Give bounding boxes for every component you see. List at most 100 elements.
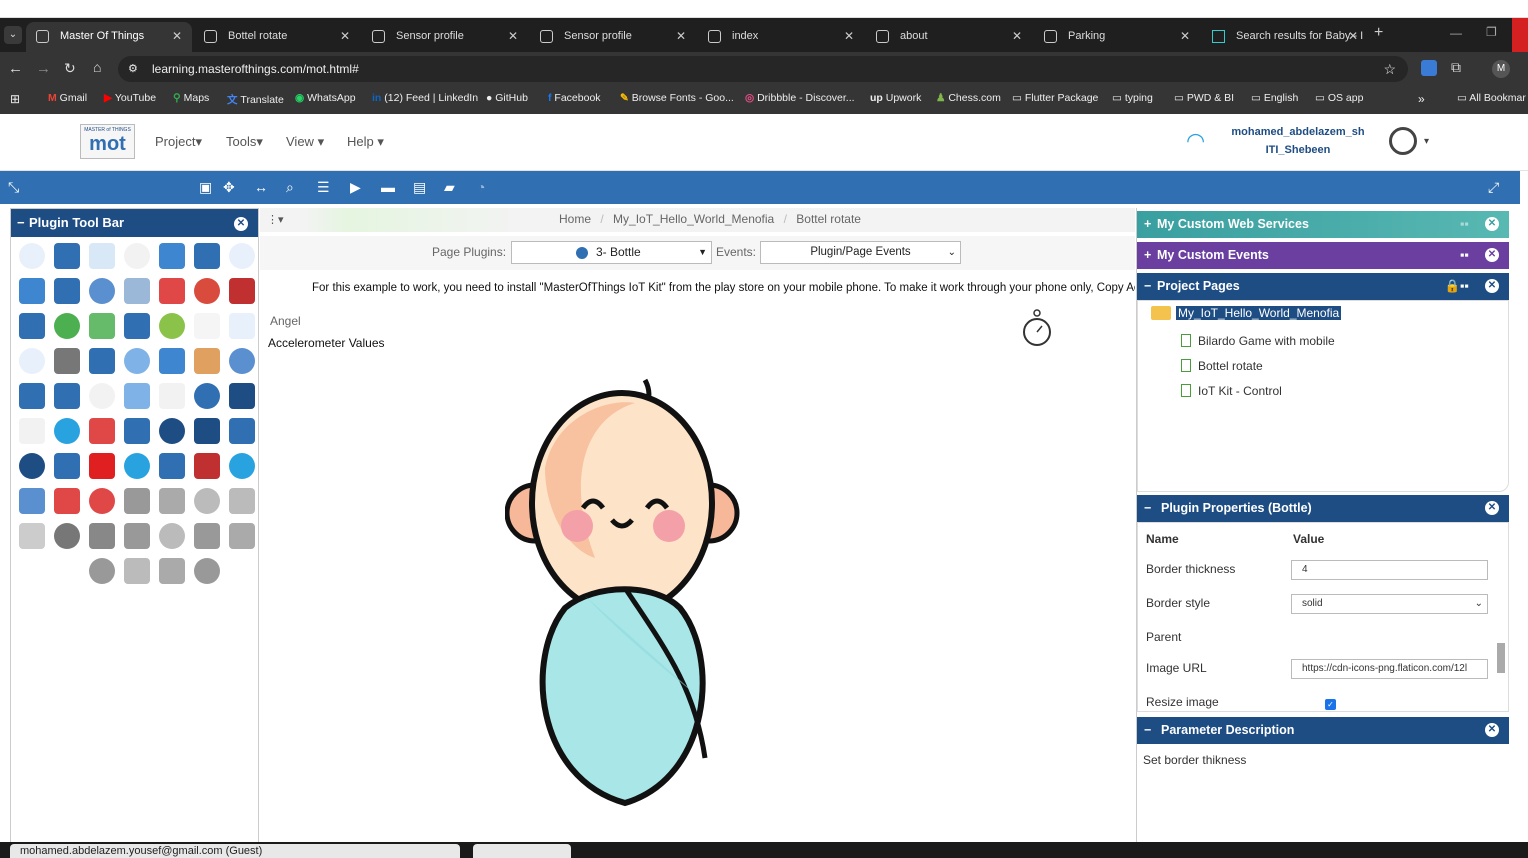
baby-bottle-image[interactable] — [505, 358, 741, 808]
bookmark-dribbble[interactable]: ◎ Dribbble - Discover... — [745, 92, 855, 104]
bookmark-linkedin[interactable]: in (12) Feed | LinkedIn — [372, 92, 478, 104]
frame-plugin-icon[interactable] — [124, 243, 150, 269]
image-plugin-icon[interactable] — [54, 383, 80, 409]
tab-bottel-rotate[interactable]: Bottel rotate ✕ — [194, 22, 360, 52]
bookmark-gmail[interactable]: M Gmail — [48, 92, 87, 104]
help-plugin-icon[interactable] — [124, 418, 150, 444]
close-icon[interactable]: ✕ — [1348, 22, 1358, 50]
back-icon[interactable]: ← — [8, 60, 23, 77]
bar-plugin-icon[interactable] — [159, 418, 185, 444]
scatter-plugin-icon[interactable] — [19, 348, 45, 374]
restore-icon[interactable]: ❐ — [1486, 25, 1497, 39]
bookmark-maps[interactable]: ⚲ Maps — [173, 92, 209, 104]
bookmark-whatsapp[interactable]: ◉ WhatsApp — [295, 92, 356, 104]
doc-plugin-icon[interactable] — [19, 523, 45, 549]
photo-plugin-icon[interactable] — [194, 558, 220, 584]
video-plugin-icon[interactable] — [89, 453, 115, 479]
profile-avatar[interactable]: M — [1492, 60, 1510, 78]
bookmark-upwork[interactable]: up Upwork — [870, 92, 921, 104]
bookmark-folder-english[interactable]: ▭ English — [1251, 92, 1298, 104]
breadcrumb-home[interactable]: Home — [559, 212, 591, 226]
bookmark-youtube[interactable]: ▶ YouTube — [104, 92, 156, 104]
close-icon[interactable]: ✕ — [172, 22, 182, 50]
calc-plugin-icon[interactable] — [159, 523, 185, 549]
more-bookmarks-icon[interactable]: » — [1418, 92, 1425, 106]
audio-plugin-icon[interactable] — [54, 488, 80, 514]
close-icon[interactable]: ✕ — [1012, 22, 1022, 50]
disc-plugin-icon[interactable] — [124, 488, 150, 514]
forward-icon[interactable]: → — [36, 60, 51, 77]
border-style-select[interactable]: solid ⌄ — [1291, 594, 1488, 614]
film-plugin-icon[interactable] — [159, 488, 185, 514]
bookmark-github[interactable]: ● GitHub — [486, 92, 528, 104]
bookmark-folder-os-app[interactable]: ▭ OS app — [1315, 92, 1363, 104]
map2-plugin-icon[interactable] — [89, 313, 115, 339]
dropdown-plugin-icon[interactable] — [19, 278, 45, 304]
stopwatch-icon[interactable] — [1020, 308, 1054, 350]
resize-icon[interactable]: ↔ — [254, 179, 268, 195]
close-icon[interactable]: ✕ — [1180, 22, 1190, 50]
user-avatar-icon[interactable] — [1389, 127, 1417, 155]
expand-plus-icon[interactable]: + — [1144, 211, 1151, 238]
close-icon[interactable]: ✕ — [1485, 248, 1499, 262]
tab-parking[interactable]: Parking ✕ — [1034, 22, 1200, 52]
ball-plugin-icon[interactable] — [229, 523, 255, 549]
close-icon[interactable]: ✕ — [340, 22, 350, 50]
location-plugin-icon[interactable] — [124, 313, 150, 339]
save-icon[interactable]: ▪▪ — [1460, 211, 1469, 238]
list-plugin-icon[interactable] — [159, 243, 185, 269]
save-icon[interactable]: ▪▪ — [1460, 242, 1469, 269]
page-item[interactable]: IoT Kit - Control — [1198, 384, 1282, 398]
tool-plugin-icon[interactable] — [194, 523, 220, 549]
resize-image-checkbox[interactable]: ✓ — [1325, 699, 1336, 710]
menu-view[interactable]: View ▾ — [286, 134, 324, 150]
collapse-minus-icon[interactable]: − — [17, 209, 25, 237]
dots-plugin-icon[interactable] — [194, 348, 220, 374]
project-pages-header[interactable]: − Project Pages 🔒▪▪ ✕ — [1137, 273, 1509, 300]
history-icon[interactable]: ◔ — [477, 179, 485, 195]
custom-events-header[interactable]: + My Custom Events ▪▪ ✕ — [1137, 242, 1509, 269]
table-plugin-icon[interactable] — [89, 278, 115, 304]
open-folder-icon[interactable]: ▰ — [444, 179, 455, 196]
close-icon[interactable]: ✕ — [234, 217, 248, 231]
presentation-plugin-icon[interactable] — [159, 453, 185, 479]
bookmark-folder-flutter[interactable]: ▭ Flutter Package — [1012, 92, 1098, 104]
home-icon[interactable]: ⌂ — [93, 59, 101, 75]
list-icon[interactable]: ☰ — [317, 179, 330, 196]
bookmark-folder-pwd[interactable]: ▭ PWD & BI — [1174, 92, 1234, 104]
bookmark-chess[interactable]: ♟ Chess.com — [936, 92, 1001, 104]
guest-session-tab[interactable]: mohamed.abdelazem.yousef@gmail.com (Gues… — [10, 844, 460, 858]
label-plugin-icon[interactable] — [89, 383, 115, 409]
music-plugin-icon[interactable] — [124, 453, 150, 479]
search-icon[interactable]: ⌕ — [286, 179, 294, 196]
stopwatch-plugin-icon[interactable] — [19, 418, 45, 444]
page-plugins-select[interactable]: 3- Bottle ▼ — [511, 241, 712, 264]
bookmark-translate[interactable]: 文 Translate — [227, 92, 284, 107]
menu-help[interactable]: Help ▾ — [347, 134, 384, 150]
page-icon[interactable]: ▤ — [413, 179, 426, 196]
link-plugin-icon[interactable] — [89, 488, 115, 514]
menu-project[interactable]: Project▾ — [155, 134, 202, 150]
monitor-plugin-icon[interactable] — [159, 558, 185, 584]
menu-plugin-icon[interactable] — [54, 278, 80, 304]
image-url-input[interactable]: https://cdn-icons-png.flaticon.com/12l — [1291, 659, 1488, 679]
site-info-icon[interactable]: ⚙ — [128, 56, 138, 82]
close-icon[interactable]: ✕ — [676, 22, 686, 50]
chart-line-plugin-icon[interactable] — [229, 313, 255, 339]
collapse-minus-icon[interactable]: − — [1144, 273, 1151, 300]
expand-plus-icon[interactable]: + — [1144, 242, 1151, 269]
apps-grid-icon[interactable]: ⊞ — [10, 92, 20, 106]
meter-plugin-icon[interactable] — [194, 383, 220, 409]
close-icon[interactable]: ✕ — [1485, 217, 1499, 231]
move-icon[interactable]: ✥ — [223, 179, 235, 196]
plugin-properties-header[interactable]: − Plugin Properties (Bottle) ✕ — [1137, 495, 1509, 522]
barcode-plugin-icon[interactable] — [54, 523, 80, 549]
shapes-plugin-icon[interactable] — [89, 418, 115, 444]
folder-icon[interactable]: ▬ — [381, 179, 395, 195]
screen-plugin-icon[interactable] — [229, 453, 255, 479]
chevron-down-icon[interactable]: ▾ — [1424, 136, 1429, 147]
collapse-icon[interactable]: ⤡ — [8, 179, 19, 196]
map-plugin-icon[interactable] — [54, 313, 80, 339]
close-icon[interactable]: ✕ — [844, 22, 854, 50]
bookmark-folder-all[interactable]: ▭ All Bookmar — [1457, 92, 1526, 104]
